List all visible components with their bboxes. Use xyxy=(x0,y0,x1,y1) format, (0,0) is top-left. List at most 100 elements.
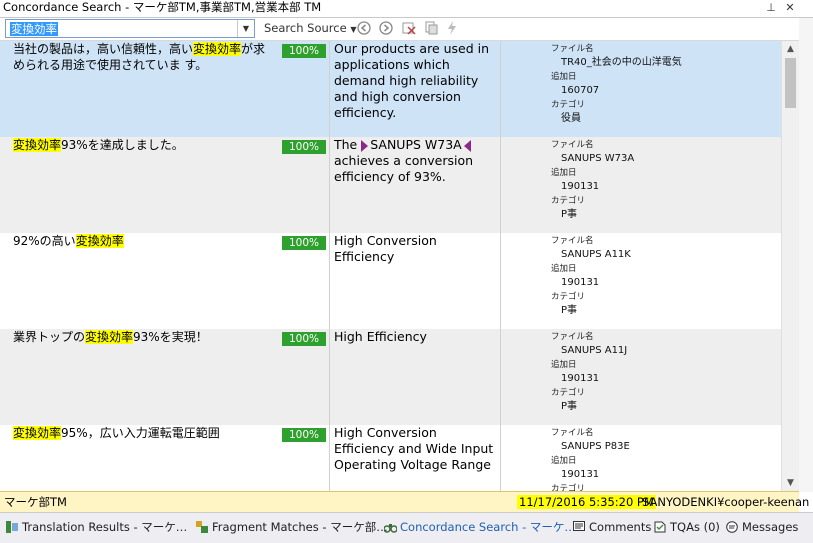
table-row[interactable]: 92%の高い変換効率 100% High Conversion Efficien… xyxy=(0,233,781,329)
match-percent-badge: 100% xyxy=(282,140,326,154)
match-cell: 100% xyxy=(282,425,328,491)
category-label: カテゴリ xyxy=(551,388,586,398)
search-term-highlight: 変換効率 xyxy=(13,426,62,440)
source-cell: 変換効率93%を達成しました。 xyxy=(13,138,184,152)
match-percent-badge: 100% xyxy=(282,236,326,250)
file-value: SANUPS A11K xyxy=(561,249,631,260)
file-label: ファイル名 xyxy=(551,44,594,54)
right-panel-edge xyxy=(799,18,813,492)
added-value: 190131 xyxy=(561,277,600,288)
fragment-matches-icon xyxy=(196,520,208,533)
search-term-highlight: 変換効率 xyxy=(85,330,134,344)
file-label: ファイル名 xyxy=(551,236,594,246)
scroll-down-icon[interactable]: ▼ xyxy=(782,475,799,491)
search-history-dropdown[interactable]: ▼ xyxy=(237,20,254,37)
category-label: カテゴリ xyxy=(551,100,586,110)
empty-cell xyxy=(500,425,548,491)
empty-cell xyxy=(500,137,548,233)
added-value: 190131 xyxy=(561,469,600,480)
metadata-cell: ファイル名 SANUPS A11J 追加日 190131 カテゴリ P事 xyxy=(548,329,781,425)
bottom-tab-bar: Translation Results - マーケ… Fragment Matc… xyxy=(0,512,813,543)
window-title: Concordance Search - マーケ部TM,事業部TM,営業本部 T… xyxy=(3,0,322,14)
close-icon[interactable]: ✕ xyxy=(782,0,798,16)
search-input-value: 変換効率 xyxy=(10,22,58,36)
added-value: 190131 xyxy=(561,181,600,192)
category-value: P事 xyxy=(561,305,578,316)
target-cell: High Conversion Efficiency and Wide Inpu… xyxy=(329,425,499,491)
tm-name: マーケ部TM xyxy=(4,495,67,509)
search-term-highlight: 変換効率 xyxy=(75,234,124,248)
tab-concordance-search[interactable]: Concordance Search - マーケ… xyxy=(383,518,576,536)
metadata-cell: ファイル名 TR40_社会の中の山洋電気 追加日 160707 カテゴリ 役員 xyxy=(548,41,781,137)
target-cell: The SANUPS W73A achieves a conversion ef… xyxy=(329,137,499,233)
category-value: P事 xyxy=(561,401,578,412)
vertical-scrollbar[interactable]: ▲ ▼ xyxy=(781,41,799,491)
source-cell: 当社の製品は，高い信頼性，高い変換効率が求められる用途で使用されていま す。 xyxy=(13,42,266,72)
search-source-button[interactable]: Search Source ▼ xyxy=(264,21,356,37)
scrollbar-thumb[interactable] xyxy=(785,58,796,108)
added-label: 追加日 xyxy=(551,456,577,466)
category-value: 役員 xyxy=(561,113,581,124)
lightning-icon[interactable] xyxy=(444,21,460,37)
target-cell: Our products are used in applications wh… xyxy=(329,41,499,137)
table-row[interactable]: 変換効率95%，広い入力運転電圧範囲 100% High Conversion … xyxy=(0,425,781,491)
tag-close-icon xyxy=(463,139,471,152)
target-cell: High Efficiency xyxy=(329,329,499,425)
match-cell: 100% xyxy=(282,41,328,137)
scroll-up-icon[interactable]: ▲ xyxy=(782,41,799,57)
match-cell: 100% xyxy=(282,329,328,425)
window-title-bar: Concordance Search - マーケ部TM,事業部TM,営業本部 T… xyxy=(0,0,813,18)
file-value: SANUPS A11J xyxy=(561,345,628,356)
forward-icon[interactable] xyxy=(378,21,394,37)
pin-icon[interactable]: ⊥ xyxy=(763,0,779,16)
empty-cell xyxy=(500,233,548,329)
search-input[interactable]: 変換効率 ▼ xyxy=(5,19,255,38)
table-row[interactable]: 当社の製品は，高い信頼性，高い変換効率が求められる用途で使用されていま す。 1… xyxy=(0,41,781,137)
file-label: ファイル名 xyxy=(551,140,594,150)
added-label: 追加日 xyxy=(551,168,577,178)
tagged-text: SANUPS W73A xyxy=(370,137,462,152)
search-term-highlight: 変換効率 xyxy=(193,42,242,56)
tab-translation-results[interactable]: Translation Results - マーケ… xyxy=(6,518,187,536)
added-value: 160707 xyxy=(561,85,600,96)
category-label: カテゴリ xyxy=(551,292,586,302)
match-percent-badge: 100% xyxy=(282,428,326,442)
category-value: P事 xyxy=(561,209,578,220)
results-grid: 当社の製品は，高い信頼性，高い変換効率が求められる用途で使用されていま す。 1… xyxy=(0,41,781,491)
file-value: TR40_社会の中の山洋電気 xyxy=(561,57,682,68)
match-percent-badge: 100% xyxy=(282,44,326,58)
search-source-label: Search Source xyxy=(264,21,347,35)
tqa-icon xyxy=(654,520,666,533)
delete-icon[interactable] xyxy=(401,21,417,37)
match-cell: 100% xyxy=(282,233,328,329)
file-label: ファイル名 xyxy=(551,428,594,438)
table-row[interactable]: 変換効率93%を達成しました。 100% The SANUPS W73A ach… xyxy=(0,137,781,233)
category-label: カテゴリ xyxy=(551,196,586,206)
table-row[interactable]: 業界トップの変換効率93%を実現！ 100% High Efficiency フ… xyxy=(0,329,781,425)
back-icon[interactable] xyxy=(356,21,372,37)
tab-comments[interactable]: Comments xyxy=(573,518,651,536)
source-cell: 92%の高い変換効率 xyxy=(13,234,124,248)
comments-icon xyxy=(573,520,585,532)
source-cell: 変換効率95%，広い入力運転電圧範囲 xyxy=(13,426,220,440)
match-cell: 100% xyxy=(282,137,328,233)
tab-tqas[interactable]: TQAs (0) xyxy=(654,518,720,536)
copy-icon[interactable] xyxy=(423,21,439,37)
concordance-toolbar: 変換効率 ▼ Search Source ▼ xyxy=(0,18,813,41)
category-label: カテゴリ xyxy=(551,484,586,491)
metadata-cell: ファイル名 SANUPS P83E 追加日 190131 カテゴリ P事 xyxy=(548,425,781,491)
file-label: ファイル名 xyxy=(551,332,594,342)
translation-results-icon xyxy=(6,520,18,533)
messages-icon xyxy=(726,520,738,533)
added-label: 追加日 xyxy=(551,264,577,274)
modified-user: SANYODENKI¥cooper-keenan xyxy=(642,495,810,509)
tag-open-icon xyxy=(361,139,369,152)
source-cell: 業界トップの変換効率93%を実現！ xyxy=(13,330,208,344)
empty-cell xyxy=(500,329,548,425)
modified-datetime: 11/17/2016 5:35:20 PM xyxy=(517,495,656,509)
metadata-cell: ファイル名 SANUPS A11K 追加日 190131 カテゴリ P事 xyxy=(548,233,781,329)
tab-messages[interactable]: Messages xyxy=(726,518,798,536)
file-value: SANUPS P83E xyxy=(561,441,630,452)
status-bar: マーケ部TM 11/17/2016 5:35:20 PM SANYODENKI¥… xyxy=(0,491,809,512)
tab-fragment-matches[interactable]: Fragment Matches - マーケ部… xyxy=(196,518,388,536)
